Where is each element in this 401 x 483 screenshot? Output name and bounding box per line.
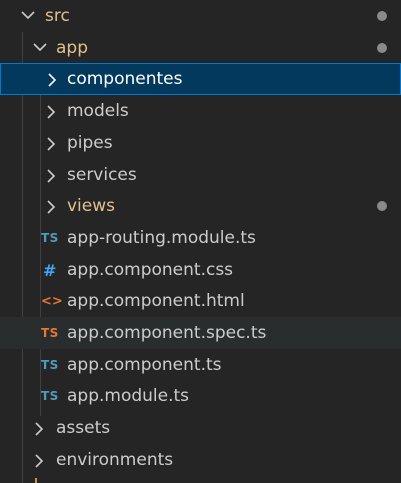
- chevron-right-icon[interactable]: [46, 200, 57, 214]
- tree-item-app-routing-module-ts[interactable]: TS app-routing.module.ts: [0, 222, 401, 254]
- tree-item-componentes[interactable]: componentes: [0, 63, 401, 95]
- tree-item-src[interactable]: src: [0, 0, 401, 32]
- tree-item-app-module-ts[interactable]: TS app.module.ts: [0, 380, 401, 412]
- typescript-spec-icon: TS: [41, 326, 59, 340]
- partial-next-item: [35, 478, 37, 483]
- typescript-icon: TS: [41, 389, 59, 403]
- chevron-right-icon[interactable]: [34, 422, 45, 436]
- chevron-right-icon[interactable]: [34, 454, 45, 468]
- tree-item-environments[interactable]: environments: [0, 444, 401, 476]
- tree-item-label: app.component.ts: [67, 355, 222, 375]
- tree-item-label: services: [67, 165, 137, 185]
- tree-item-label: environments: [56, 450, 174, 470]
- tree-item-app[interactable]: app: [0, 32, 401, 64]
- typescript-icon: TS: [41, 358, 59, 372]
- tree-item-label: assets: [56, 418, 111, 438]
- tree-item-app-component-html[interactable]: <> app.component.html: [0, 285, 401, 317]
- tree-item-pipes[interactable]: pipes: [0, 127, 401, 159]
- chevron-down-icon[interactable]: [33, 42, 47, 53]
- css-icon: #: [43, 260, 57, 280]
- modified-dot-icon: [377, 43, 387, 53]
- tree-item-label: componentes: [67, 69, 183, 89]
- tree-item-label: src: [45, 6, 70, 26]
- tree-item-views[interactable]: views: [0, 190, 401, 222]
- tree-item-label: app-routing.module.ts: [67, 228, 256, 248]
- tree-item-assets[interactable]: assets: [0, 412, 401, 444]
- tree-item-label: models: [67, 101, 129, 121]
- chevron-right-icon[interactable]: [46, 169, 57, 183]
- tree-item-app-component-spec-ts[interactable]: TS app.component.spec.ts: [0, 317, 401, 349]
- chevron-right-icon[interactable]: [47, 73, 58, 87]
- tree-item-models[interactable]: models: [0, 95, 401, 127]
- chevron-down-icon[interactable]: [21, 10, 35, 21]
- typescript-icon: TS: [41, 231, 59, 245]
- modified-dot-icon: [377, 201, 387, 211]
- tree-item-label: app.component.html: [67, 291, 245, 311]
- tree-item-label: app.component.spec.ts: [67, 323, 267, 343]
- file-explorer-tree: src app componentes models pipes service…: [0, 0, 401, 483]
- tree-item-label: views: [67, 196, 116, 216]
- tree-item-services[interactable]: services: [0, 159, 401, 191]
- tree-item-app-component-css[interactable]: # app.component.css: [0, 254, 401, 286]
- html-icon: <>: [41, 293, 63, 309]
- tree-item-label: app: [56, 38, 88, 58]
- chevron-right-icon[interactable]: [46, 137, 57, 151]
- modified-dot-icon: [377, 11, 387, 21]
- tree-item-label: app.component.css: [67, 260, 234, 280]
- tree-item-app-component-ts[interactable]: TS app.component.ts: [0, 349, 401, 381]
- tree-item-label: pipes: [67, 133, 113, 153]
- chevron-right-icon[interactable]: [46, 105, 57, 119]
- tree-item-label: app.module.ts: [67, 386, 190, 406]
